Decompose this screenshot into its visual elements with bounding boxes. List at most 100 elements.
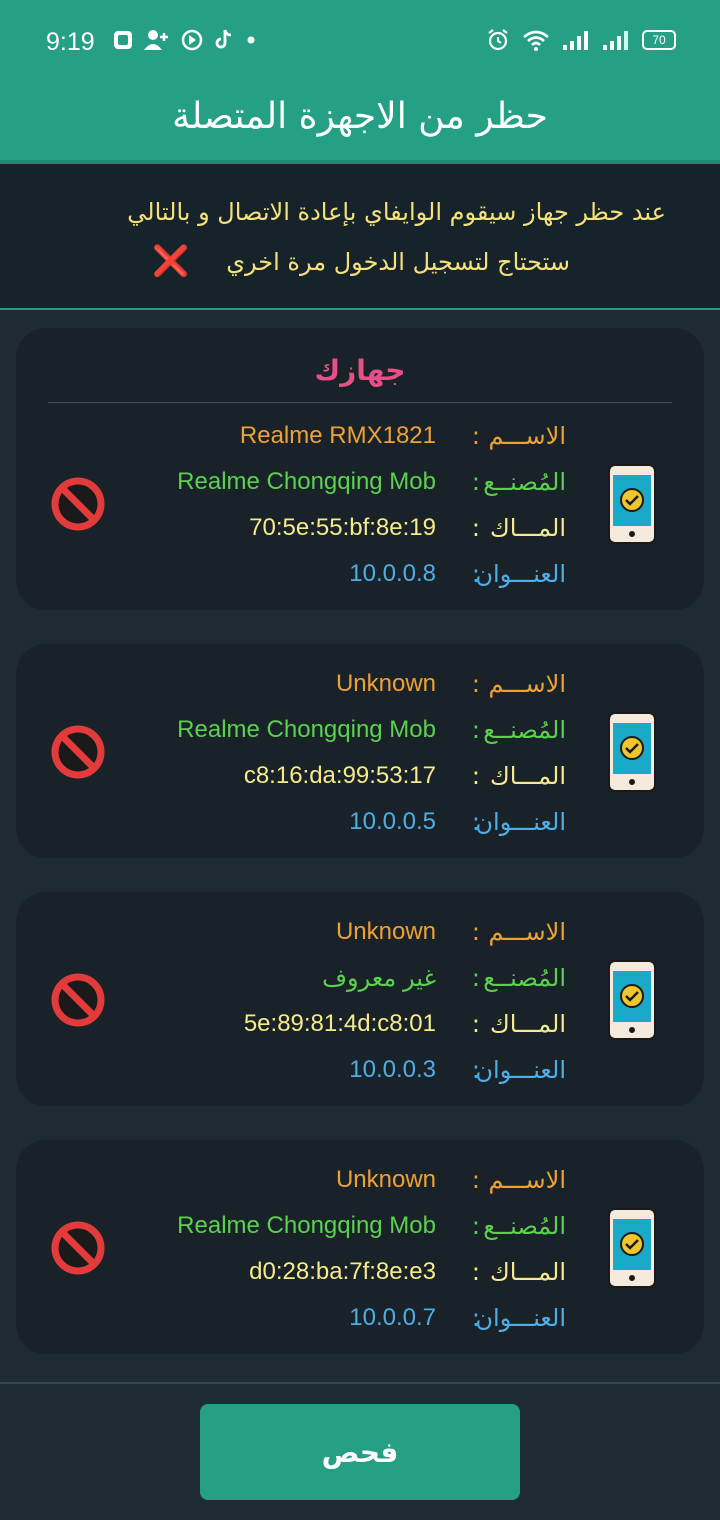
device-card: الاســـم: Unknown المُصنــع: Realme Chongqi… [16,644,704,858]
device-maker-value: Realme Chongqing Mob [177,468,436,495]
device-name-row: الاســـم: Realme RMX1821 [16,422,704,462]
device-name-row: الاســـم: Unknown [16,918,704,958]
label-separator: : [471,1258,480,1286]
dot-icon [247,36,255,44]
device-maker-value: Realme Chongqing Mob [177,716,436,743]
device-address-row: العنـــوان: 10.0.0.7 [16,1304,704,1344]
block-device-button[interactable] [48,722,108,782]
address-label: العنـــوان [475,808,566,836]
address-label: العنـــوان [475,1056,566,1084]
cross-mark-icon: ❌ [152,244,190,279]
phone-check-icon [608,712,656,792]
device-address-value: 10.0.0.7 [349,1304,436,1331]
address-label: العنـــوان [475,560,566,588]
block-device-button[interactable] [48,474,108,534]
scan-button-label: فحص [321,1435,399,1469]
maker-label: المُصنــع [483,1212,566,1240]
wifi-icon [523,30,549,51]
your-device-heading: جهازك [314,354,406,387]
device-card: الاســـم: Unknown المُصنــع: Realme Chongqi… [16,1140,704,1354]
label-separator: : [471,1212,480,1240]
signal-icon-2 [603,31,628,50]
block-device-button[interactable] [48,970,108,1030]
device-mac-value: c8:16:da:99:53:17 [243,762,436,789]
battery-icon: 70 [642,30,676,50]
page-title: حظر من الاجهزة المتصلة [172,96,548,137]
label-separator: : [471,964,480,992]
mac-label: المـــاك [489,762,566,790]
device-address-row: العنـــوان: 10.0.0.8 [16,560,704,600]
device-maker-row: المُصنــع: Realme Chongqing Mob [16,468,704,508]
label-separator: : [471,1056,480,1084]
device-address-value: 10.0.0.8 [349,560,436,587]
bottom-divider [0,1382,720,1384]
device-name-value: Unknown [335,670,436,697]
device-name-value: Unknown [335,1166,436,1193]
device-card: الاســـم: Unknown المُصنــع: غير معروف المــ… [16,892,704,1106]
label-separator: : [471,1304,480,1332]
device-address-row: العنـــوان: 10.0.0.5 [16,808,704,848]
device-maker-row: المُصنــع: Realme Chongqing Mob [16,716,704,756]
tiktok-icon [215,29,232,49]
label-separator: : [471,808,480,836]
label-separator: : [471,762,480,790]
status-time: 9:19 [46,28,95,56]
label-separator: : [471,468,480,496]
mac-label: المـــاك [489,1010,566,1038]
notification-icons [112,28,258,52]
mac-label: المـــاك [489,1258,566,1286]
device-name-row: الاســـم: Unknown [16,670,704,710]
mac-label: المـــاك [489,514,566,542]
device-maker-value: غير معروف [322,965,436,992]
notice-banner: عند حظر جهاز سيقوم الوايفاي بإعادة الاتص… [0,164,720,310]
signal-icon [563,31,588,50]
device-maker-value: Realme Chongqing Mob [177,1212,436,1239]
device-name-value: Realme RMX1821 [239,422,436,449]
label-separator: : [471,670,480,698]
label-separator: : [471,422,480,450]
name-label: الاســـم [488,918,566,946]
notice-line-2: ستحتاج لتسجيل الدخول مرة اخري [226,248,570,276]
label-separator: : [471,1010,480,1038]
sync-icon [181,29,203,51]
label-separator: : [471,918,480,946]
device-mac-row: المـــاك: 70:5e:55:bf:8e:19 [16,514,704,554]
phone-check-icon [608,464,656,544]
device-address-value: 10.0.0.3 [349,1056,436,1083]
label-separator: : [471,514,480,542]
alarm-icon [488,29,508,51]
system-icons: 70 [486,28,676,52]
maker-label: المُصنــع [483,716,566,744]
device-mac-value: d0:28:ba:7f:8e:e3 [249,1258,436,1285]
app-notification-icon [114,31,132,49]
device-address-value: 10.0.0.5 [349,808,436,835]
phone-check-icon [608,1208,656,1288]
maker-label: المُصنــع [483,468,566,496]
device-mac-row: المـــاك: c8:16:da:99:53:17 [16,762,704,802]
block-device-button[interactable] [48,1218,108,1278]
add-contact-icon [144,30,168,50]
label-separator: : [471,1166,480,1194]
device-mac-row: المـــاك: 5e:89:81:4d:c8:01 [16,1010,704,1050]
name-label: الاســـم [488,422,566,450]
device-address-row: العنـــوان: 10.0.0.3 [16,1056,704,1096]
status-bar: 9:19 70 [0,22,720,66]
device-maker-row: المُصنــع: Realme Chongqing Mob [16,1212,704,1252]
device-card: جهازك الاســـم: Realme RMX1821 المُصنــع: Re… [16,328,704,610]
device-mac-row: المـــاك: d0:28:ba:7f:8e:e3 [16,1258,704,1298]
label-separator: : [471,560,480,588]
device-name-value: Unknown [335,918,436,945]
device-mac-value: 70:5e:55:bf:8e:19 [249,514,436,541]
maker-label: المُصنــع [483,964,566,992]
device-mac-value: 5e:89:81:4d:c8:01 [243,1010,436,1037]
device-maker-row: المُصنــع: غير معروف [16,964,704,1004]
name-label: الاســـم [488,1166,566,1194]
name-label: الاســـم [488,670,566,698]
phone-check-icon [608,960,656,1040]
device-name-row: الاســـم: Unknown [16,1166,704,1206]
card-divider [48,402,672,403]
address-label: العنـــوان [475,1304,566,1332]
scan-button[interactable]: فحص [200,1404,520,1500]
notice-line-1: عند حظر جهاز سيقوم الوايفاي بإعادة الاتص… [127,198,666,226]
label-separator: : [471,716,480,744]
